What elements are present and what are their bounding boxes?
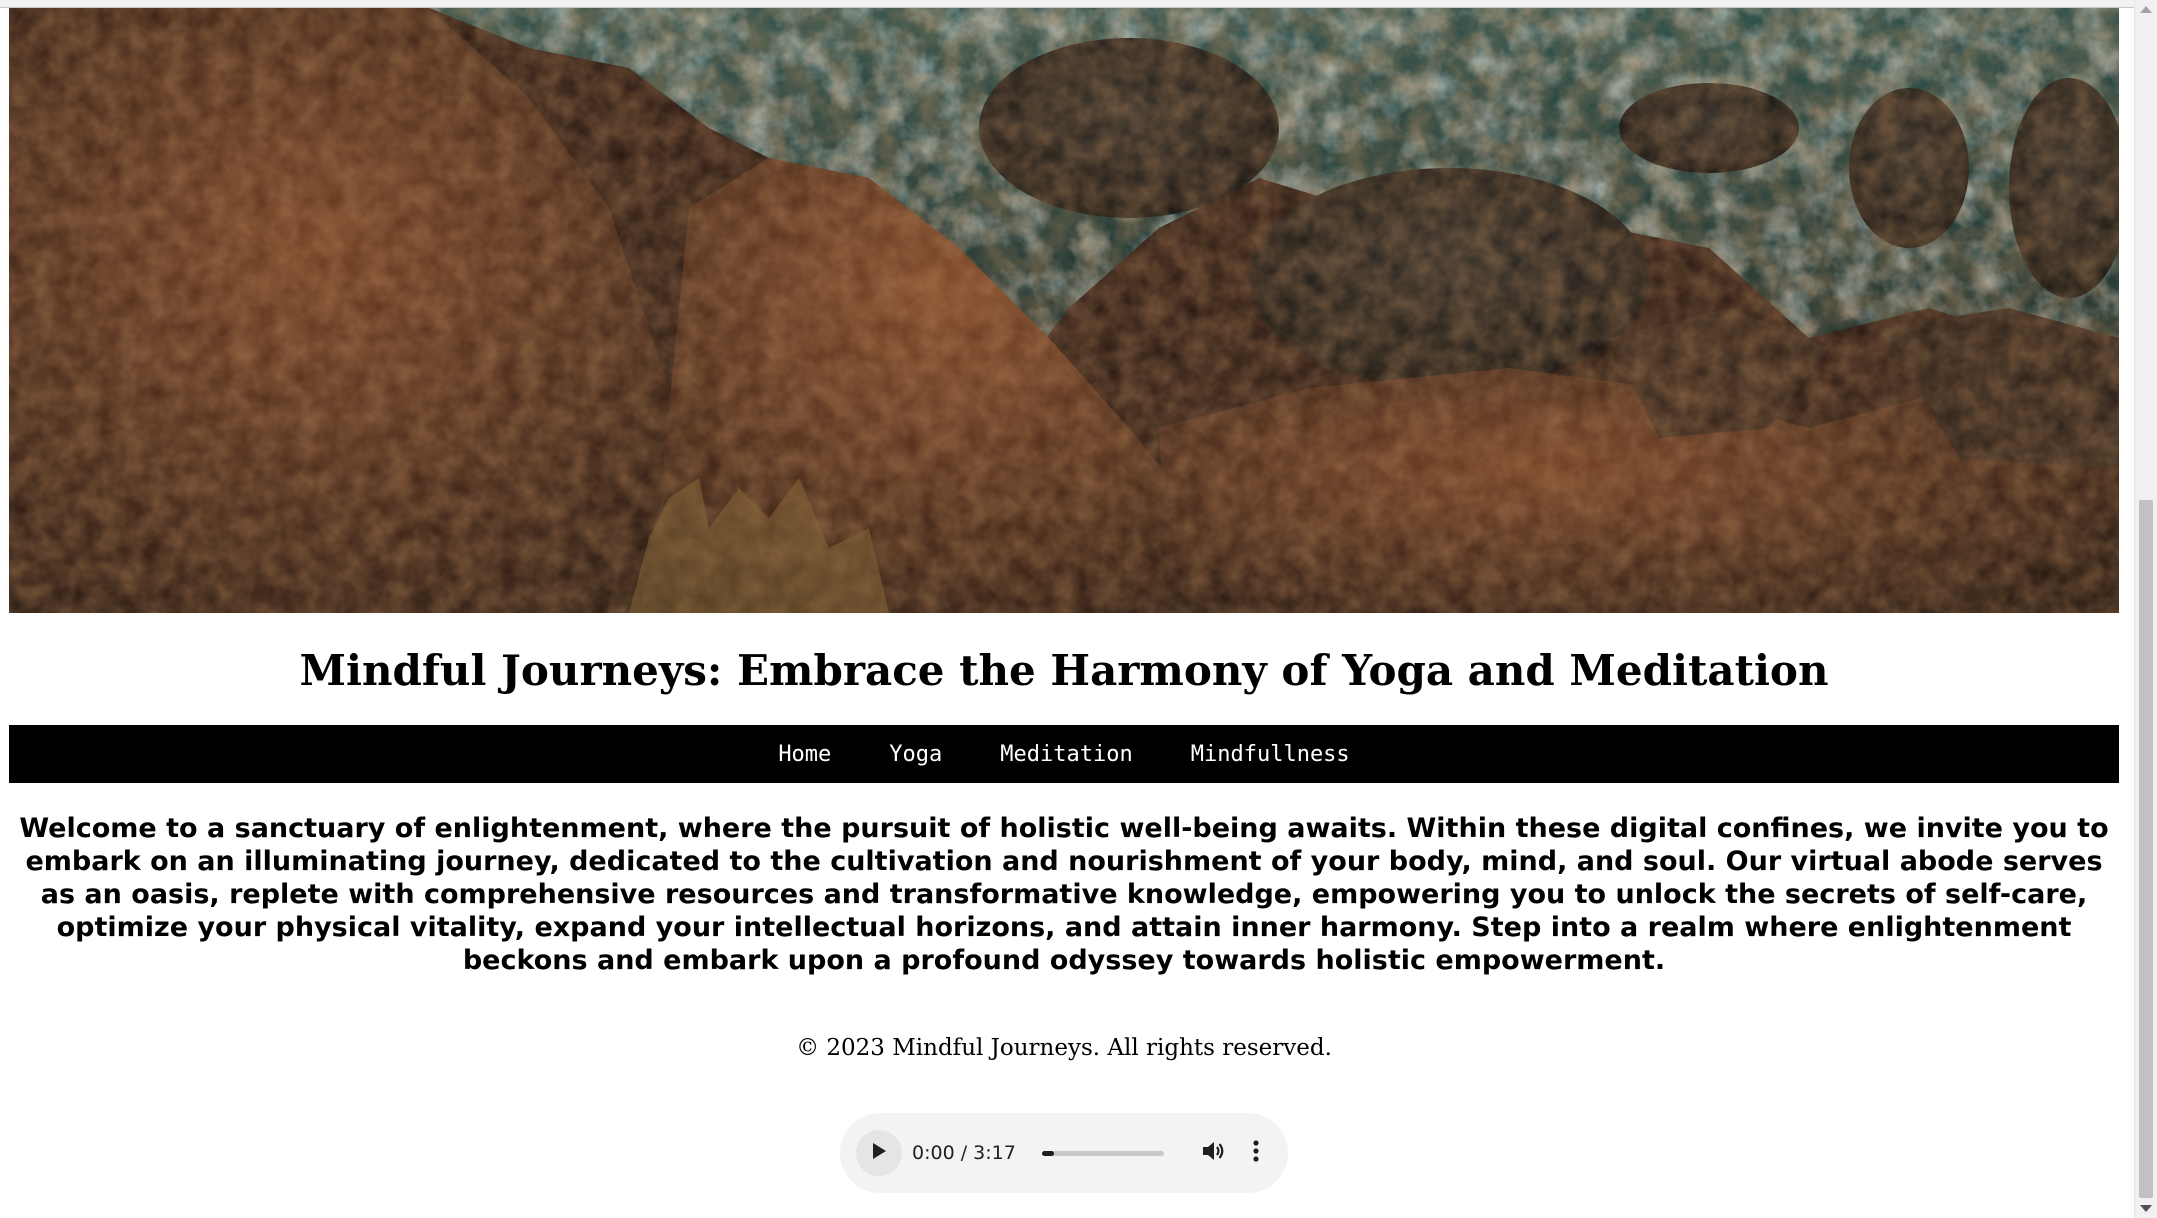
intro-paragraph: Welcome to a sanctuary of enlightenment,…: [19, 813, 2109, 976]
copyright-text: © 2023 Mindful Journeys. All rights rese…: [796, 1035, 1332, 1061]
audio-wrapper: 0:00 / 3:17: [9, 1113, 2119, 1193]
scrollbar-thumb[interactable]: [2139, 500, 2153, 1198]
play-icon: [870, 1141, 888, 1165]
audio-progress-fill: [1041, 1150, 1054, 1156]
page-content: Mindful Journeys: Embrace the Harmony of…: [9, 8, 2119, 1193]
main-nav: Home Yoga Meditation Mindfullness: [9, 725, 2119, 783]
more-vert-icon: [1252, 1139, 1260, 1167]
nav-item-mindfullness[interactable]: Mindfullness: [1191, 742, 1350, 767]
audio-player[interactable]: 0:00 / 3:17: [840, 1113, 1288, 1193]
play-button[interactable]: [856, 1130, 902, 1176]
scroll-up-arrow-icon[interactable]: [2140, 6, 2152, 13]
audio-time-display: 0:00 / 3:17: [912, 1142, 1016, 1164]
audio-progress-slider[interactable]: [1041, 1150, 1164, 1156]
audio-menu-button[interactable]: [1244, 1137, 1268, 1169]
scroll-down-arrow-icon[interactable]: [2140, 1205, 2152, 1212]
nav-item-home[interactable]: Home: [778, 742, 831, 767]
page-title: Mindful Journeys: Embrace the Harmony of…: [299, 646, 1829, 695]
hero-image: [9, 8, 2119, 613]
hero-rocks-ocean-image: [9, 8, 2119, 613]
volume-icon: [1201, 1139, 1227, 1167]
browser-top-edge: [0, 0, 2134, 8]
vertical-scrollbar[interactable]: [2134, 0, 2157, 1218]
nav-item-yoga[interactable]: Yoga: [889, 742, 942, 767]
nav-item-meditation[interactable]: Meditation: [1000, 742, 1132, 767]
volume-button[interactable]: [1198, 1137, 1230, 1169]
page: Mindful Journeys: Embrace the Harmony of…: [0, 0, 2157, 1218]
